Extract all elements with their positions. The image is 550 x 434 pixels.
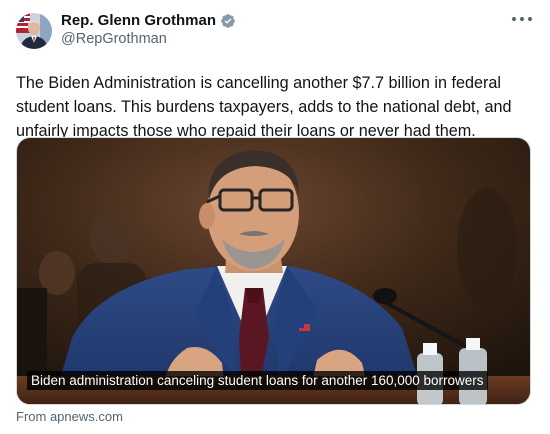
tweet-header: Rep. Glenn Grothman @RepGrothman xyxy=(16,12,534,52)
link-card-image[interactable]: Biden administration canceling student l… xyxy=(16,137,531,405)
author-handle[interactable]: @RepGrothman xyxy=(61,30,236,48)
link-source[interactable]: From apnews.com xyxy=(16,409,123,424)
more-dot xyxy=(520,17,524,21)
more-dot xyxy=(512,17,516,21)
image-caption: Biden administration canceling student l… xyxy=(27,371,488,390)
name-row: Rep. Glenn Grothman xyxy=(61,12,236,30)
verified-badge-icon xyxy=(220,13,236,29)
tweet-text: The Biden Administration is cancelling a… xyxy=(16,74,512,140)
more-options-icon[interactable] xyxy=(512,12,532,26)
display-name[interactable]: Rep. Glenn Grothman xyxy=(61,12,216,30)
tweet-card: Rep. Glenn Grothman @RepGrothman The Bid… xyxy=(0,0,550,434)
author-names: Rep. Glenn Grothman @RepGrothman xyxy=(61,12,236,48)
avatar[interactable] xyxy=(16,13,52,49)
photo-scene xyxy=(17,138,530,404)
more-dot xyxy=(528,17,532,21)
